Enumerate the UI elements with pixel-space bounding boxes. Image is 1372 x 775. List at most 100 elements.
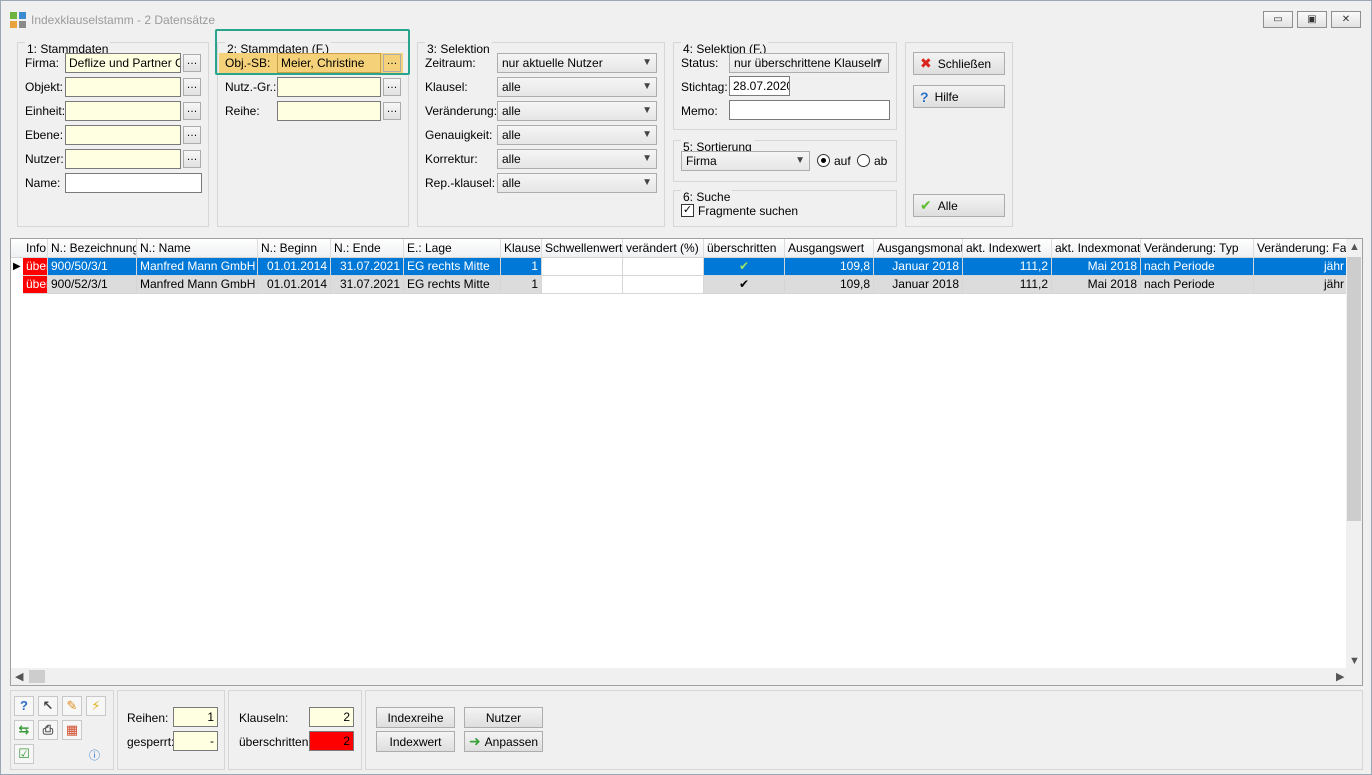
horizontal-scrollbar[interactable]: ◀ ▶ (11, 668, 1362, 685)
help-icon[interactable]: ? (14, 696, 34, 716)
stichtag-input[interactable]: 28.07.2020 (729, 76, 790, 96)
klausel-select[interactable]: alle ▼ (497, 77, 657, 97)
maximize-button[interactable]: ▣ (1297, 11, 1327, 28)
col-veraenderung-fakt[interactable]: Veränderung: Fakt (1254, 239, 1348, 258)
info-icon[interactable]: ⓘ (89, 747, 100, 763)
status-label: Status: (681, 56, 719, 70)
refresh-icon[interactable]: ⇆ (14, 720, 34, 740)
repklausel-select[interactable]: alle ▼ (497, 173, 657, 193)
actions-panel (365, 690, 1363, 770)
name-input[interactable] (65, 173, 202, 193)
scroll-down-icon[interactable]: ▼ (1349, 655, 1360, 667)
einheit-input[interactable] (65, 101, 181, 121)
hilfe-button[interactable]: ? Hilfe (913, 85, 1005, 108)
nutzgr-lookup-button[interactable]: … (383, 78, 401, 96)
cell-ausgangswert: 109,8 (785, 276, 874, 294)
nutzer-input[interactable] (65, 149, 181, 169)
genauigkeit-select[interactable]: alle ▼ (497, 125, 657, 145)
indexwert-button[interactable]: Indexwert (376, 731, 455, 752)
sortierung-select[interactable]: Firma ▼ (681, 151, 810, 171)
scroll-right-icon[interactable]: ▶ (1336, 670, 1344, 683)
col-akt-indexwert[interactable]: akt. Indexwert (963, 239, 1052, 258)
objekt-lookup-button[interactable]: … (183, 78, 201, 96)
sort-ab-radio[interactable] (857, 154, 870, 167)
veraenderung-label: Veränderung: (425, 104, 498, 118)
cell-akt-indexmonat: Mai 2018 (1052, 258, 1141, 276)
grid-icon[interactable]: ▦ (62, 720, 82, 740)
printer-icon[interactable]: ⎙ (38, 720, 58, 740)
ebene-input[interactable] (65, 125, 181, 145)
nutzer-button[interactable]: Nutzer (464, 707, 543, 728)
cell-veraenderung-typ: nach Periode (1141, 276, 1254, 294)
col-akt-indexmonat[interactable]: akt. Indexmonat (1052, 239, 1141, 258)
sortierung-value: Firma (686, 154, 717, 168)
grid-header: Info N.: Bezeichnung N.: Name N.: Beginn… (11, 239, 1348, 258)
scroll-left-icon[interactable]: ◀ (15, 670, 23, 683)
col-ausgangsmonat[interactable]: Ausgangsmonat (874, 239, 963, 258)
col-name[interactable]: N.: Name (137, 239, 258, 258)
col-ausgangswert[interactable]: Ausgangswert (785, 239, 874, 258)
cell-veraenderung-typ: nach Periode (1141, 258, 1254, 276)
objekt-input[interactable] (65, 77, 181, 97)
lightning-icon[interactable]: ⚡ (86, 696, 106, 716)
firma-lookup-button[interactable]: … (183, 54, 201, 72)
col-schwellenwert[interactable]: Schwellenwert (542, 239, 623, 258)
sort-auf-radio[interactable] (817, 154, 830, 167)
chevron-down-icon: ▼ (642, 129, 652, 140)
nutzgr-input[interactable] (277, 77, 381, 97)
anpassen-button[interactable]: ➜ Anpassen (464, 731, 543, 752)
ueberschritten-label: überschritten: (239, 735, 312, 749)
col-beginn[interactable]: N.: Beginn (258, 239, 331, 258)
pointer-icon[interactable]: ↖ (38, 696, 58, 716)
cell-info: über (23, 276, 48, 294)
table-row[interactable]: ▶ über 900/50/3/1 Manfred Mann GmbH 01.0… (11, 258, 1348, 276)
veraenderung-select[interactable]: alle ▼ (497, 101, 657, 121)
objsb-input[interactable]: Meier, Christine (277, 53, 381, 73)
col-bezeichnung[interactable]: N.: Bezeichnung (48, 239, 137, 258)
arrow-right-circle-icon: ➜ (468, 733, 481, 749)
objsb-lookup-button[interactable]: … (383, 54, 401, 72)
vertical-scroll-thumb[interactable] (1347, 257, 1361, 521)
reihe-lookup-button[interactable]: … (383, 102, 401, 120)
firma-input[interactable]: Deflize und Partner Gml (65, 53, 181, 73)
fragmente-checkbox[interactable]: ✓ (681, 204, 694, 217)
einheit-lookup-button[interactable]: … (183, 102, 201, 120)
cell-lage: EG rechts Mitte (404, 258, 501, 276)
nutzer-lookup-button[interactable]: … (183, 150, 201, 168)
col-ende[interactable]: N.: Ende (331, 239, 404, 258)
cell-info: über (23, 258, 48, 276)
table-row[interactable]: über 900/52/3/1 Manfred Mann GmbH 01.01.… (11, 276, 1348, 294)
klausel-value: alle (502, 80, 521, 94)
ebene-lookup-button[interactable]: … (183, 126, 201, 144)
status-select[interactable]: nur überschrittene Klauseln ▼ (729, 53, 889, 73)
memo-input[interactable] (729, 100, 890, 120)
close-window-button[interactable]: ✕ (1331, 11, 1361, 28)
vertical-scrollbar[interactable]: ▲ ▼ (1346, 239, 1362, 669)
pencil-icon[interactable]: ✎ (62, 696, 82, 716)
zeitraum-label: Zeitraum: (425, 56, 476, 70)
minimize-button[interactable]: ▭ (1263, 11, 1293, 28)
col-ueberschritten[interactable]: überschritten (704, 239, 785, 258)
cell-ausgangsmonat: Januar 2018 (874, 258, 963, 276)
col-info[interactable]: Info (23, 239, 48, 258)
indexreihe-button[interactable]: Indexreihe (376, 707, 455, 728)
col-veraenderung-typ[interactable]: Veränderung: Typ (1141, 239, 1254, 258)
chevron-down-icon: ▼ (642, 105, 652, 116)
zeitraum-select[interactable]: nur aktuelle Nutzer ▼ (497, 53, 657, 73)
korrektur-select[interactable]: alle ▼ (497, 149, 657, 169)
repklausel-label: Rep.-klausel: (425, 176, 496, 190)
horizontal-scroll-thumb[interactable] (29, 670, 45, 683)
cell-ausgangsmonat: Januar 2018 (874, 276, 963, 294)
alle-button[interactable]: ✔ Alle (913, 194, 1005, 217)
col-lage[interactable]: E.: Lage (404, 239, 501, 258)
data-grid[interactable]: Info N.: Bezeichnung N.: Name N.: Beginn… (10, 238, 1363, 686)
col-klausel[interactable]: Klausel (501, 239, 542, 258)
reihe-input[interactable] (277, 101, 381, 121)
klausel-label: Klausel: (425, 80, 468, 94)
schliessen-button[interactable]: ✖ Schließen (913, 52, 1005, 75)
col-veraendert[interactable]: verändert (%) (623, 239, 704, 258)
reihen-label: Reihen: (127, 711, 169, 725)
objsb-label: Obj.-SB: (225, 56, 271, 70)
scroll-up-icon[interactable]: ▲ (1349, 241, 1360, 253)
checkbox-icon[interactable]: ☑ (14, 744, 34, 764)
